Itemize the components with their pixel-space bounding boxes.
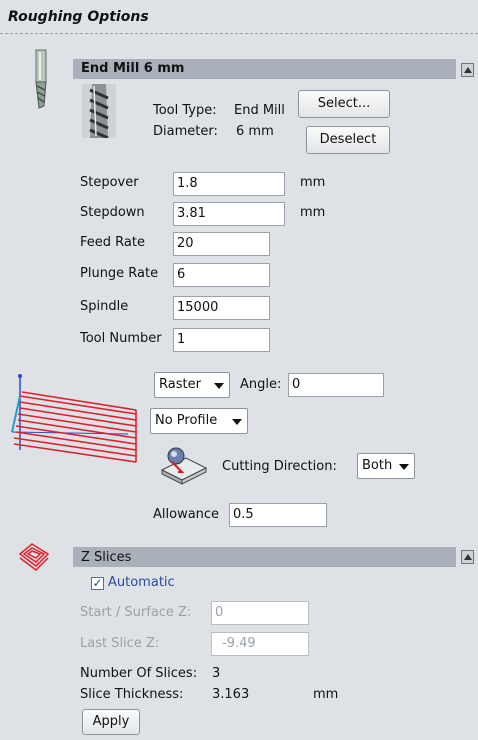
spindle-label: Spindle bbox=[80, 299, 129, 314]
tool-number-label: Tool Number bbox=[80, 331, 162, 346]
automatic-label: Automatic bbox=[108, 575, 175, 590]
pattern-value: Raster bbox=[159, 377, 201, 392]
panel-title: Roughing Options bbox=[8, 9, 149, 25]
chevron-down-icon bbox=[232, 419, 242, 425]
diameter-label: Diameter: bbox=[153, 124, 218, 139]
z-slices-section-title: Z Slices bbox=[81, 550, 132, 565]
number-of-slices-value: 3 bbox=[212, 666, 221, 681]
feed-rate-input[interactable]: 20 bbox=[173, 232, 270, 256]
end-mill-icon bbox=[35, 49, 47, 109]
stepdown-label: Stepdown bbox=[80, 205, 145, 220]
header-divider bbox=[0, 33, 478, 34]
slice-thickness-unit: mm bbox=[313, 687, 339, 702]
stepdown-unit: mm bbox=[300, 205, 326, 220]
tool-image bbox=[82, 84, 116, 138]
stepover-unit: mm bbox=[300, 175, 326, 190]
tool-number-input[interactable]: 1 bbox=[173, 328, 270, 352]
tool-type-label: Tool Type: bbox=[153, 103, 217, 118]
profile-value: No Profile bbox=[155, 413, 218, 428]
stepdown-input[interactable]: 3.81 bbox=[173, 202, 285, 226]
tool-collapse-button[interactable] bbox=[461, 63, 474, 77]
deselect-tool-button[interactable]: Deselect bbox=[306, 126, 390, 154]
last-slice-z-input[interactable]: -9.49 bbox=[211, 632, 309, 656]
chevron-down-icon bbox=[399, 464, 409, 470]
feed-rate-label: Feed Rate bbox=[80, 235, 145, 250]
slice-thickness-label: Slice Thickness: bbox=[80, 687, 184, 702]
stepover-label: Stepover bbox=[80, 175, 139, 190]
cutting-direction-dropdown[interactable]: Both bbox=[357, 453, 415, 479]
profile-dropdown[interactable]: No Profile bbox=[150, 408, 248, 434]
spindle-input[interactable]: 15000 bbox=[173, 296, 270, 320]
slice-thickness-value: 3.163 bbox=[212, 687, 250, 702]
pattern-dropdown[interactable]: Raster bbox=[154, 372, 230, 398]
number-of-slices-label: Number Of Slices: bbox=[80, 666, 198, 681]
z-slices-collapse-button[interactable] bbox=[461, 550, 474, 564]
z-slices-icon bbox=[18, 543, 50, 571]
angle-input[interactable]: 0 bbox=[288, 373, 384, 397]
allowance-input[interactable]: 0.5 bbox=[229, 503, 327, 527]
cutting-direction-icon bbox=[160, 447, 208, 485]
plunge-rate-label: Plunge Rate bbox=[80, 266, 159, 281]
raster-toolpath-icon bbox=[11, 374, 137, 463]
stepover-input[interactable]: 1.8 bbox=[173, 172, 285, 196]
cutting-direction-label: Cutting Direction: bbox=[222, 459, 337, 474]
apply-button[interactable]: Apply bbox=[82, 709, 140, 735]
cutting-direction-value: Both bbox=[362, 458, 393, 473]
allowance-label: Allowance bbox=[153, 507, 220, 522]
chevron-down-icon bbox=[214, 383, 224, 389]
angle-label: Angle: bbox=[240, 377, 282, 392]
start-surface-z-label: Start / Surface Z: bbox=[80, 605, 192, 620]
start-surface-z-input[interactable]: 0 bbox=[211, 601, 309, 625]
last-slice-z-label: Last Slice Z: bbox=[80, 636, 160, 651]
automatic-checkbox[interactable]: ✓ bbox=[91, 577, 104, 590]
select-tool-button[interactable]: Select... bbox=[298, 90, 390, 118]
diameter-value: 6 mm bbox=[236, 124, 274, 139]
tool-type-value: End Mill bbox=[234, 103, 285, 118]
tool-section-title: End Mill 6 mm bbox=[81, 61, 185, 76]
plunge-rate-input[interactable]: 6 bbox=[173, 263, 270, 287]
